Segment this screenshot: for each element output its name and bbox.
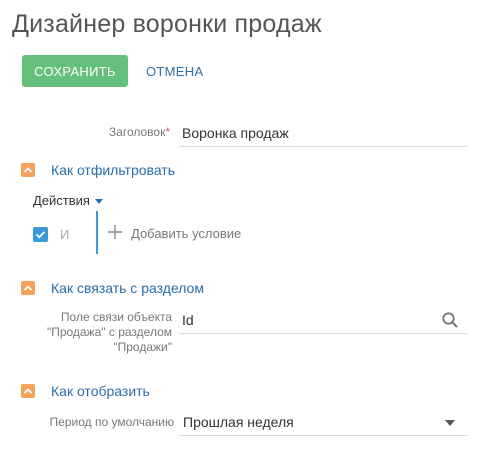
actions-menu[interactable]: Действия (33, 193, 103, 208)
and-operator[interactable]: И (60, 227, 69, 242)
link-field-label-line: "Продажи" (113, 340, 172, 354)
filter-section-collapse-icon[interactable] (21, 163, 35, 177)
cancel-button[interactable]: ОТМЕНА (146, 55, 203, 87)
header-field-label-text: Заголовок (108, 125, 166, 139)
link-field-underline (179, 333, 467, 334)
search-icon[interactable] (441, 311, 459, 329)
page-title: Дизайнер воронки продаж (12, 10, 322, 38)
link-section-collapse-icon[interactable] (21, 281, 35, 295)
link-field-input[interactable]: Id (182, 312, 194, 328)
add-condition-link[interactable]: Добавить условие (131, 226, 241, 241)
caret-down-icon (94, 199, 103, 205)
period-field-underline (179, 435, 467, 436)
link-field-label-line: "Продажа" с разделом (46, 325, 172, 339)
link-field-label: Поле связи объекта "Продажа" с разделом … (20, 310, 172, 355)
plus-icon[interactable] (107, 224, 123, 240)
filter-group-bracket (96, 211, 98, 254)
dropdown-arrow-icon[interactable] (445, 420, 455, 426)
link-field-label-line: Поле связи объекта (60, 310, 172, 324)
filter-section-title[interactable]: Как отфильтровать (51, 162, 175, 178)
period-select[interactable]: Прошлая неделя (183, 414, 294, 430)
filter-group-checkbox[interactable] (33, 227, 48, 242)
actions-menu-label: Действия (33, 193, 90, 208)
link-section-title[interactable]: Как связать с разделом (51, 280, 204, 296)
display-section-title[interactable]: Как отобразить (51, 383, 150, 399)
display-section-collapse-icon[interactable] (21, 384, 35, 398)
period-label: Период по умолчанию (49, 415, 174, 429)
header-field-underline (179, 146, 467, 147)
required-mark: * (165, 125, 170, 139)
header-field-input[interactable]: Воронка продаж (182, 125, 289, 141)
checkbox-icon (35, 231, 46, 239)
header-field-label: Заголовок* (60, 125, 170, 140)
save-button[interactable]: СОХРАНИТЬ (22, 55, 128, 87)
